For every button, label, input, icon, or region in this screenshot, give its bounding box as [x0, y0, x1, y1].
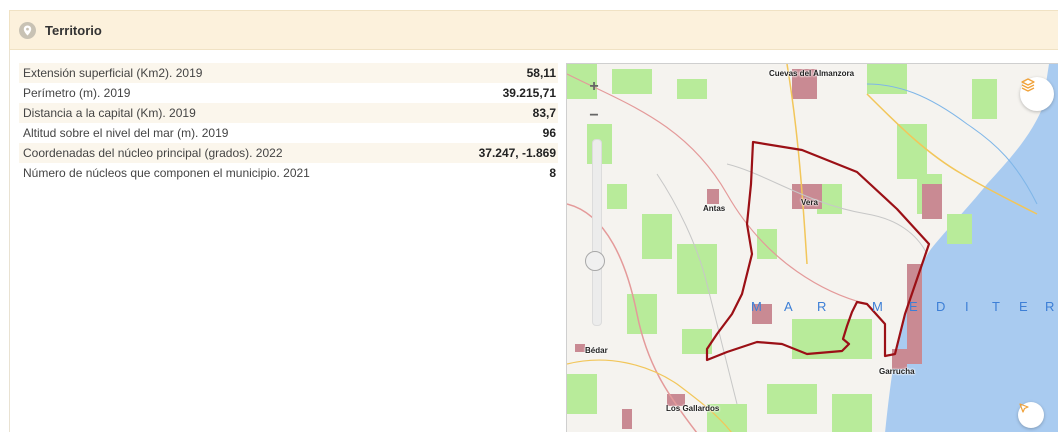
stat-row: Extensión superficial (Km2). 2019 58,11 — [19, 63, 558, 83]
zoom-out-button[interactable]: − — [584, 106, 604, 126]
sea-area — [885, 64, 1058, 432]
stats-table: Extensión superficial (Km2). 2019 58,11 … — [19, 63, 558, 183]
sea-label-letter: R — [817, 299, 827, 314]
stat-label: Perímetro (m). 2019 — [23, 86, 131, 100]
sea-label-letter: E — [909, 299, 918, 314]
zoom-slider-handle[interactable] — [585, 250, 605, 271]
stat-label: Altitud sobre el nivel del mar (m). 2019 — [23, 126, 229, 140]
layers-button[interactable] — [1020, 77, 1054, 111]
stat-value: 37.247, -1.869 — [478, 146, 556, 160]
stat-value: 83,7 — [532, 106, 556, 120]
place-label-garrucha: Garrucha — [879, 367, 915, 376]
place-label-cuevas: Cuevas del Almanzora — [769, 69, 855, 78]
stat-value: 58,11 — [526, 66, 556, 80]
stat-label: Coordenadas del núcleo principal (grados… — [23, 146, 283, 160]
sea-label-letter: M — [872, 299, 883, 314]
stat-value: 39.215,71 — [502, 86, 556, 100]
place-label-vera: Vera — [801, 198, 818, 207]
stat-value: 8 — [549, 166, 556, 180]
sea-label-letter: I — [965, 299, 969, 314]
place-label-antas: Antas — [703, 204, 726, 213]
location-pin-icon — [19, 21, 36, 39]
stat-label: Número de núcleos que componen el munici… — [23, 166, 310, 180]
stat-row: Altitud sobre el nivel del mar (m). 2019… — [19, 123, 558, 143]
sea-label-letter: D — [936, 299, 946, 314]
zoom-in-button[interactable]: + — [584, 77, 604, 97]
stat-row: Perímetro (m). 2019 39.215,71 — [19, 83, 558, 103]
stat-label: Distancia a la capital (Km). 2019 — [23, 106, 196, 120]
zoom-slider-track[interactable] — [592, 139, 602, 326]
place-label-los-gallardos: Los Gallardos — [666, 404, 720, 413]
select-tool-button[interactable] — [1018, 402, 1044, 428]
municipality-map[interactable]: + − Cuevas del Almanzora Vera Antas Béda… — [566, 63, 1058, 432]
sea-label-letter: R — [1045, 299, 1055, 314]
sea-label-letter: A — [784, 299, 793, 314]
panel-title: Territorio — [45, 22, 102, 38]
sea-label-letter: T — [992, 299, 1000, 314]
stat-row: Número de núcleos que componen el munici… — [19, 163, 558, 183]
layers-icon — [1021, 78, 1035, 92]
select-cursor-icon — [1019, 403, 1029, 413]
sea-label-letter: M — [751, 299, 762, 314]
stat-value: 96 — [542, 126, 556, 140]
place-label-bedar: Bédar — [585, 346, 608, 355]
stat-row: Distancia a la capital (Km). 2019 83,7 — [19, 103, 558, 123]
map-canvas[interactable] — [567, 64, 1058, 432]
stat-label: Extensión superficial (Km2). 2019 — [23, 66, 203, 80]
panel-header[interactable]: Territorio — [9, 10, 1058, 50]
stat-row: Coordenadas del núcleo principal (grados… — [19, 143, 558, 163]
sea-label-letter: E — [1019, 299, 1028, 314]
panel-left-border — [9, 50, 10, 432]
